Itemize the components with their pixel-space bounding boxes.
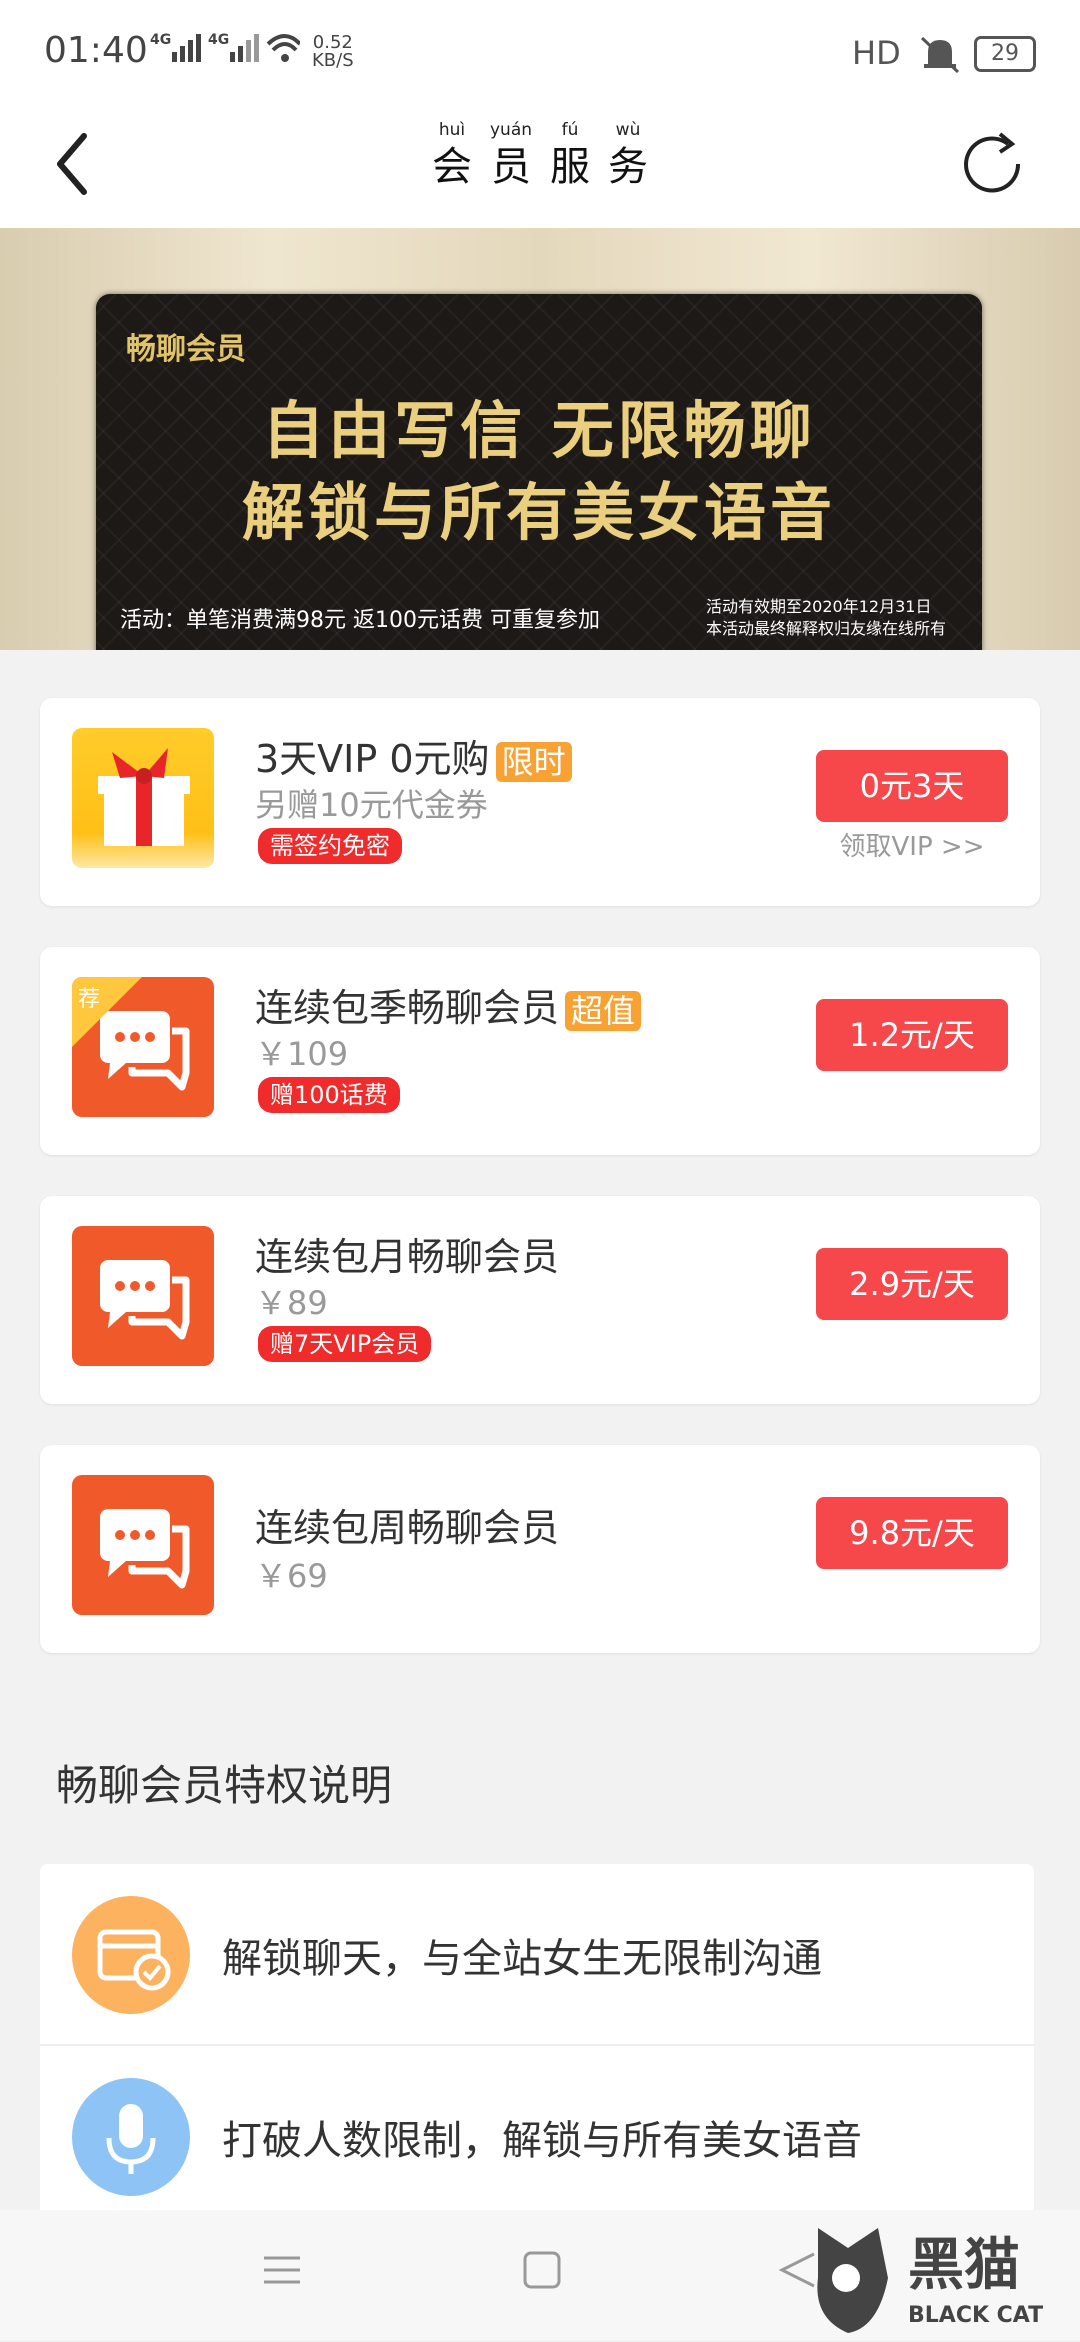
signal-icon: 4G 4G bbox=[150, 30, 302, 75]
claim-vip-link[interactable]: 领取VIP >> bbox=[816, 826, 1008, 863]
menu-icon[interactable] bbox=[262, 2250, 302, 2290]
plan-name: 连续包季畅聊会员 超值 bbox=[255, 977, 642, 1032]
svg-text:黑猫: 黑猫 bbox=[908, 2233, 1020, 2298]
svg-text:4G: 4G bbox=[208, 32, 229, 48]
nav-bar: huì 会 yuán 员 fú 服 wù 务 bbox=[0, 100, 1080, 228]
plan-price: ￥109 bbox=[255, 1035, 349, 1073]
banner-card: 畅聊会员 自由写信 无限畅聊 解锁与所有美女语音 活动：单笔消费满98元 返10… bbox=[96, 294, 982, 650]
plan-sub: 另赠10元代金券 bbox=[255, 786, 488, 824]
privileges-title: 畅聊会员特权说明 bbox=[56, 1761, 393, 1810]
page-title: huì 会 yuán 员 fú 服 wù 务 bbox=[431, 120, 649, 190]
plan-buy-button[interactable]: 2.9元/天 bbox=[816, 1248, 1008, 1320]
battery-icon: 29 bbox=[974, 36, 1036, 72]
plan-name: 连续包月畅聊会员 bbox=[255, 1235, 560, 1279]
plan-badge: 赠7天VIP会员 bbox=[258, 1326, 432, 1362]
plan-buy-button[interactable]: 1.2元/天 bbox=[816, 999, 1008, 1071]
plan-name: 3天VIP 0元购 限时 bbox=[255, 728, 572, 783]
plan-price: ￥89 bbox=[255, 1284, 328, 1322]
plan-price: ￥69 bbox=[255, 1557, 328, 1595]
privilege-text: 打破人数限制，解锁与所有美女语音 bbox=[222, 2118, 862, 2164]
chat-icon bbox=[72, 1226, 214, 1366]
banner-headline-1: 自由写信 无限畅聊 bbox=[262, 394, 816, 467]
status-time: 01:40 bbox=[44, 30, 148, 71]
hd-indicator: HD bbox=[852, 34, 901, 72]
banner-activity: 活动：单笔消费满98元 返100元话费 可重复参加 bbox=[120, 608, 600, 633]
microphone-icon bbox=[72, 2078, 190, 2196]
banner-validity: 活动有效期至2020年12月31日 本活动最终解释权归友缘在线所有 bbox=[706, 597, 947, 638]
refresh-icon[interactable] bbox=[958, 122, 1028, 202]
svg-text:4G: 4G bbox=[150, 32, 171, 48]
promo-banner[interactable]: 畅聊会员 自由写信 无限畅聊 解锁与所有美女语音 活动：单笔消费满98元 返10… bbox=[0, 228, 1080, 650]
plan-badge: 需签约免密 bbox=[258, 828, 402, 864]
chat-unlock-icon bbox=[72, 1896, 190, 2014]
mute-bell-icon bbox=[920, 36, 960, 74]
limited-tag: 限时 bbox=[495, 741, 572, 782]
gift-icon bbox=[72, 728, 214, 868]
plan-card-3day-vip[interactable]: 3天VIP 0元购 限时 另赠10元代金券 需签约免密 0元3天 领取VIP >> bbox=[40, 698, 1040, 906]
plan-buy-button[interactable]: 0元3天 bbox=[816, 750, 1008, 822]
plan-card-weekly[interactable]: 连续包周畅聊会员 ￥69 9.8元/天 bbox=[40, 1445, 1040, 1653]
privilege-text: 解锁聊天，与全站女生无限制沟通 bbox=[222, 1936, 822, 1982]
network-speed: 0.52 KB/S bbox=[312, 32, 354, 71]
watermark-logo: 黑猫 BLACK CAT bbox=[808, 2218, 1078, 2338]
banner-label: 畅聊会员 bbox=[126, 332, 246, 367]
svg-text:BLACK CAT: BLACK CAT bbox=[908, 2303, 1043, 2328]
plan-card-monthly[interactable]: 连续包月畅聊会员 ￥89 赠7天VIP会员 2.9元/天 bbox=[40, 1196, 1040, 1404]
value-tag: 超值 bbox=[565, 990, 642, 1031]
plan-buy-button[interactable]: 9.8元/天 bbox=[816, 1497, 1008, 1569]
status-bar: 01:40 4G 4G 0.52 KB/S HD 29 bbox=[0, 0, 1080, 100]
plan-name: 连续包周畅聊会员 bbox=[255, 1506, 560, 1550]
home-icon[interactable] bbox=[522, 2250, 562, 2290]
plan-badge: 赠100话费 bbox=[258, 1077, 400, 1113]
recommend-corner: 荐 bbox=[78, 987, 101, 1012]
chat-icon bbox=[72, 1475, 214, 1615]
chat-icon: 荐 bbox=[72, 977, 214, 1117]
privilege-item: 打破人数限制，解锁与所有美女语音 bbox=[40, 2046, 1034, 2226]
privilege-item: 解锁聊天，与全站女生无限制沟通 bbox=[40, 1864, 1034, 2046]
plan-card-quarterly[interactable]: 荐 连续包季畅聊会员 超值 ￥109 赠100话费 1.2元/天 bbox=[40, 947, 1040, 1155]
banner-headline-2: 解锁与所有美女语音 bbox=[241, 476, 836, 549]
